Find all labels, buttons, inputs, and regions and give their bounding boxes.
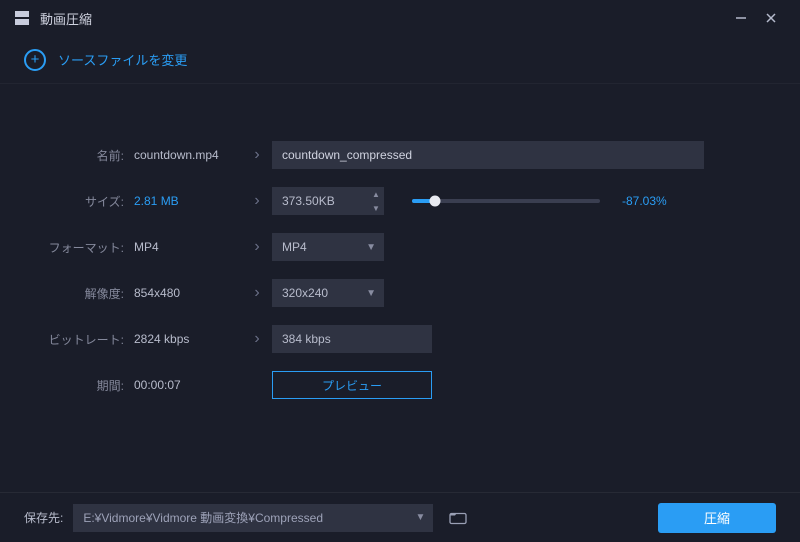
- save-to-label: 保存先:: [24, 509, 63, 526]
- window-title: 動画圧縮: [40, 9, 726, 28]
- chevron-right-icon: ›: [242, 284, 272, 302]
- label-name: 名前:: [28, 147, 134, 164]
- chevron-right-icon: ›: [242, 330, 272, 348]
- title-bar: 動画圧縮: [0, 0, 800, 36]
- original-duration: 00:00:07: [134, 378, 242, 392]
- spinner-up-icon[interactable]: ▲: [368, 187, 384, 201]
- target-size-spinner[interactable]: 373.50KB ▲ ▼: [272, 187, 384, 215]
- label-resolution: 解像度:: [28, 285, 134, 302]
- original-name: countdown.mp4: [134, 148, 242, 162]
- compress-button[interactable]: 圧縮: [658, 503, 776, 533]
- format-value: MP4: [282, 240, 366, 254]
- label-bitrate: ビットレート:: [28, 331, 134, 348]
- original-size: 2.81 MB: [134, 194, 242, 208]
- change-source-row[interactable]: + ソースファイルを変更: [0, 36, 800, 84]
- change-source-label: ソースファイルを変更: [58, 50, 187, 69]
- row-bitrate: ビットレート: 2824 kbps › 384 kbps: [28, 322, 772, 356]
- folder-icon: [449, 511, 467, 525]
- format-select[interactable]: MP4 ▼: [272, 233, 384, 261]
- app-icon: [14, 10, 30, 26]
- resolution-value: 320x240: [282, 286, 366, 300]
- open-folder-button[interactable]: [443, 504, 473, 532]
- save-path-value: E:¥Vidmore¥Vidmore 動画変換¥Compressed: [83, 509, 415, 526]
- slider-thumb[interactable]: [429, 196, 440, 207]
- row-resolution: 解像度: 854x480 › 320x240 ▼: [28, 276, 772, 310]
- target-bitrate: 384 kbps: [272, 325, 432, 353]
- target-size-value: 373.50KB: [272, 194, 368, 208]
- label-format: フォーマット:: [28, 239, 134, 256]
- row-name: 名前: countdown.mp4 ›: [28, 138, 772, 172]
- size-slider[interactable]: [412, 199, 600, 203]
- chevron-right-icon: ›: [242, 146, 272, 164]
- chevron-down-icon: ▼: [366, 288, 376, 299]
- row-size: サイズ: 2.81 MB › 373.50KB ▲ ▼ -87.03%: [28, 184, 772, 218]
- chevron-down-icon: ▼: [366, 242, 376, 253]
- chevron-down-icon: ▼: [415, 512, 425, 523]
- row-format: フォーマット: MP4 › MP4 ▼: [28, 230, 772, 264]
- label-duration: 期間:: [28, 377, 134, 394]
- original-format: MP4: [134, 240, 242, 254]
- chevron-right-icon: ›: [242, 192, 272, 210]
- chevron-right-icon: ›: [242, 238, 272, 256]
- minimize-button[interactable]: [726, 3, 756, 33]
- save-path-select[interactable]: E:¥Vidmore¥Vidmore 動画変換¥Compressed ▼: [73, 504, 433, 532]
- row-duration: 期間: 00:00:07 › プレビュー: [28, 368, 772, 402]
- plus-circle-icon: +: [24, 49, 46, 71]
- label-size: サイズ:: [28, 193, 134, 210]
- resolution-select[interactable]: 320x240 ▼: [272, 279, 384, 307]
- footer: 保存先: E:¥Vidmore¥Vidmore 動画変換¥Compressed …: [0, 492, 800, 542]
- preview-button[interactable]: プレビュー: [272, 371, 432, 399]
- size-percent: -87.03%: [622, 194, 667, 208]
- form-area: 名前: countdown.mp4 › サイズ: 2.81 MB › 373.5…: [0, 84, 800, 434]
- compress-label: 圧縮: [704, 508, 730, 527]
- spinner-down-icon[interactable]: ▼: [368, 201, 384, 215]
- original-bitrate: 2824 kbps: [134, 332, 242, 346]
- close-button[interactable]: [756, 3, 786, 33]
- preview-label: プレビュー: [322, 377, 382, 394]
- original-resolution: 854x480: [134, 286, 242, 300]
- output-name-input[interactable]: [272, 141, 704, 169]
